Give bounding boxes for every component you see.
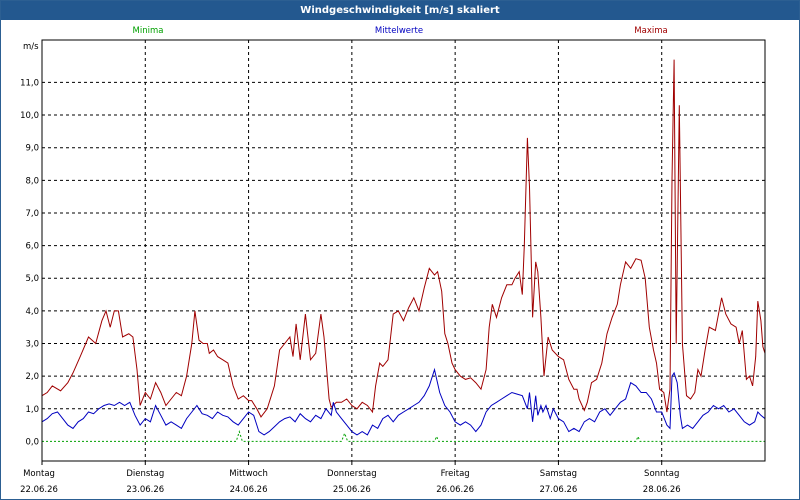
- series-lines: [41, 59, 766, 442]
- x-tick-weekday: Donnerstag: [327, 469, 377, 479]
- x-tick-date: 28.06.26: [643, 485, 681, 495]
- y-tick-label: 4,0: [25, 307, 39, 317]
- wind-speed-chart: Minima Mittelwerte Maxima m/s 0,0 1,0 2,0 3…: [20, 26, 766, 495]
- x-tick-weekday: Montag: [23, 469, 55, 479]
- y-tick-label: 9,0: [25, 144, 39, 154]
- y-tick-label: 2,0: [25, 372, 39, 382]
- series-line-minima: [42, 429, 765, 442]
- chart-window: Windgeschwindigkeit [m/s] skaliert Minim…: [0, 0, 800, 500]
- y-tick-label: 8,0: [25, 176, 39, 186]
- x-tick-labels: Montag 22.06.26 Dienstag 23.06.26 Mittwoch 24…: [20, 461, 681, 495]
- x-tick-date: 25.06.26: [333, 485, 371, 495]
- y-axis-unit: m/s: [23, 42, 39, 52]
- x-tick-weekday: Sonntag: [644, 469, 679, 479]
- x-tick-date: 26.06.26: [436, 485, 474, 495]
- x-tick-weekday: Dienstag: [126, 469, 164, 479]
- y-tick-label: 3,0: [25, 340, 39, 350]
- legend-minima: Minima: [133, 26, 164, 36]
- y-tick-label: 10,0: [20, 111, 39, 121]
- x-tick-date: 22.06.26: [20, 485, 58, 495]
- y-tick-label: 1,0: [25, 405, 39, 415]
- series-line-mittelwerte: [41, 367, 766, 436]
- y-tick-label: 6,0: [25, 242, 39, 252]
- y-tick-label: 11,0: [20, 78, 39, 88]
- legend-mittelwerte: Mittelwerte: [375, 26, 423, 36]
- legend-maxima: Maxima: [634, 26, 667, 36]
- x-tick-date: 23.06.26: [126, 485, 164, 495]
- y-tick-label: 7,0: [25, 209, 39, 219]
- x-tick-weekday: Samstag: [540, 469, 577, 479]
- x-tick-date: 27.06.26: [539, 485, 577, 495]
- x-tick-weekday: Mittwoch: [229, 469, 268, 479]
- x-tick-weekday: Freitag: [441, 469, 470, 479]
- x-tick-date: 24.06.26: [230, 485, 268, 495]
- y-tick-label: 0,0: [25, 437, 39, 447]
- y-tick-labels: 0,0 1,0 2,0 3,0 4,0 5,0 6,0 7,0 8,0 9,0 10,0 11,0: [20, 78, 39, 447]
- series-line-maxima: [41, 59, 766, 418]
- y-tick-label: 5,0: [25, 274, 39, 284]
